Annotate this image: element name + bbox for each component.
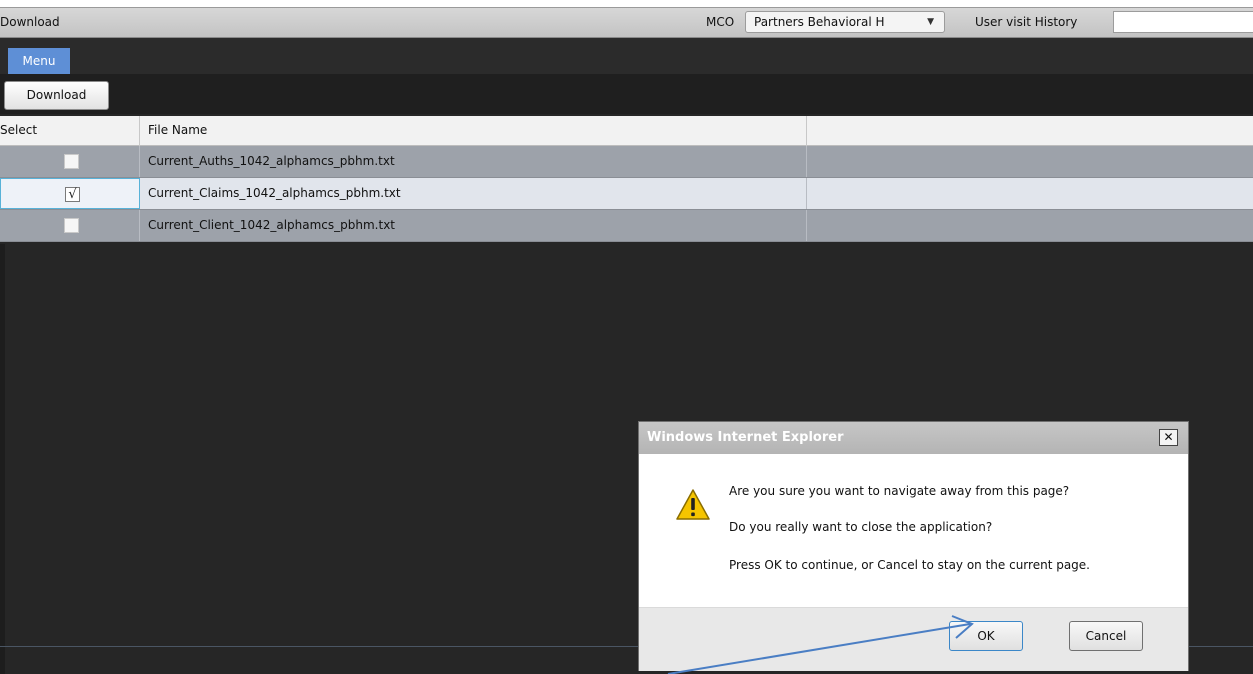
menu-bar [0, 38, 1253, 74]
left-edge-bar [0, 244, 5, 674]
user-visit-history-label: User visit History [975, 15, 1078, 29]
dialog-message-line-3: Press OK to continue, or Cancel to stay … [729, 558, 1090, 572]
mco-select[interactable]: Partners Behavioral H ▼ [745, 11, 945, 33]
grid-header: Select File Name [0, 116, 1253, 146]
download-button[interactable]: Download [4, 81, 109, 110]
column-header-select[interactable]: Select [0, 116, 140, 146]
dialog-message-line-2: Do you really want to close the applicat… [729, 520, 993, 534]
file-name-cell: Current_Auths_1042_alphamcs_pbhm.txt [148, 154, 395, 168]
table-row[interactable]: √ Current_Claims_1042_alphamcs_pbhm.txt [0, 178, 1253, 210]
window-top-strip [0, 0, 1253, 8]
mco-selected-value: Partners Behavioral H [754, 15, 885, 29]
dialog-title-bar[interactable]: Windows Internet Explorer ✕ [639, 422, 1188, 454]
column-divider [806, 178, 807, 209]
column-divider [806, 146, 807, 177]
row-checkbox[interactable] [64, 154, 79, 169]
menu-tab[interactable]: Menu [8, 48, 70, 74]
chevron-down-icon: ▼ [927, 17, 934, 27]
toolbar [0, 74, 1253, 114]
file-name-cell: Current_Claims_1042_alphamcs_pbhm.txt [148, 186, 401, 200]
dialog-body: Are you sure you want to navigate away f… [639, 454, 1188, 607]
user-visit-history-input[interactable] [1113, 11, 1253, 33]
row-checkbox[interactable]: √ [65, 187, 80, 202]
select-cell: √ [0, 178, 140, 209]
page-title: Download [0, 15, 60, 29]
warning-icon [676, 489, 710, 520]
select-cell [0, 210, 140, 241]
ok-button[interactable]: OK [949, 621, 1023, 651]
select-cell [0, 146, 140, 177]
row-checkbox[interactable] [64, 218, 79, 233]
mco-label: MCO [706, 15, 735, 29]
dialog-title: Windows Internet Explorer [647, 430, 844, 445]
file-name-cell: Current_Client_1042_alphamcs_pbhm.txt [148, 218, 396, 232]
cancel-button[interactable]: Cancel [1069, 621, 1143, 651]
column-header-file-name[interactable]: File Name [148, 116, 207, 146]
table-row[interactable]: Current_Auths_1042_alphamcs_pbhm.txt [0, 146, 1253, 178]
table-row[interactable]: Current_Client_1042_alphamcs_pbhm.txt [0, 210, 1253, 242]
column-divider [806, 210, 807, 241]
file-grid: Select File Name Current_Auths_1042_alph… [0, 116, 1253, 242]
column-divider [806, 116, 807, 146]
close-icon[interactable]: ✕ [1159, 429, 1178, 446]
header-bar: Download MCO Partners Behavioral H ▼ Use… [0, 8, 1253, 38]
dialog-button-bar: OK Cancel [639, 607, 1188, 671]
confirm-dialog: Windows Internet Explorer ✕ Are you sure… [638, 421, 1189, 671]
dialog-message-line-1: Are you sure you want to navigate away f… [729, 484, 1070, 498]
